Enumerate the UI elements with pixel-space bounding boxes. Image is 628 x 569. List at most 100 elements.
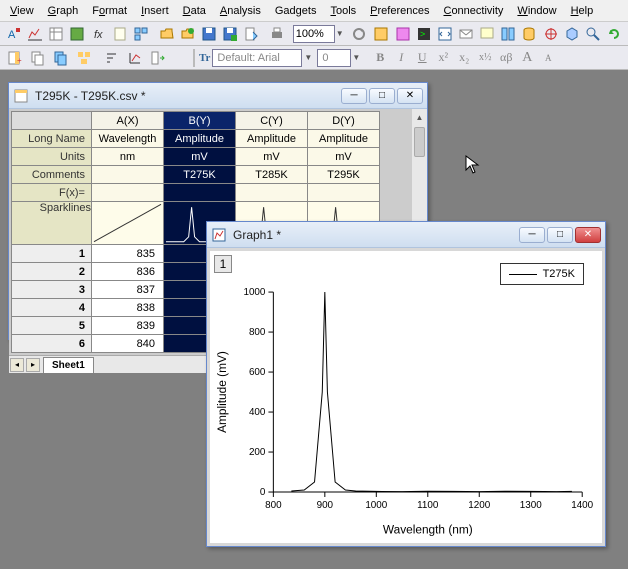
tb-print-icon[interactable] xyxy=(267,24,287,44)
tab-nav-first[interactable]: ◂ xyxy=(10,358,24,372)
menu-analysis[interactable]: Analysis xyxy=(214,3,267,19)
tb-save-template-icon[interactable] xyxy=(220,24,240,44)
tb-zoom-icon[interactable] xyxy=(583,24,603,44)
font-dropdown-arrow[interactable]: ▼ xyxy=(304,53,312,62)
tb-refresh-icon[interactable] xyxy=(604,24,624,44)
col-header-b[interactable]: B(Y) xyxy=(164,112,236,130)
row-3[interactable]: 3 xyxy=(12,281,92,299)
tb-matrix-icon[interactable] xyxy=(67,24,87,44)
tb-merge-icon[interactable] xyxy=(73,48,95,68)
svg-text:1100: 1100 xyxy=(417,500,439,511)
svg-text:200: 200 xyxy=(249,447,266,458)
row-sparklines[interactable]: Sparklines xyxy=(12,202,92,245)
tb-results-icon[interactable] xyxy=(393,24,413,44)
tb-open-template-icon[interactable] xyxy=(178,24,198,44)
tb-digitize-icon[interactable] xyxy=(541,24,561,44)
svg-text:1300: 1300 xyxy=(520,500,542,511)
tb-explorer-icon[interactable] xyxy=(371,24,391,44)
graph-titlebar[interactable]: Graph1 * ─ □ ✕ xyxy=(207,222,605,248)
tb-db-icon[interactable] xyxy=(519,24,539,44)
col-header-a[interactable]: A(X) xyxy=(92,112,164,130)
tb-copy-icon[interactable] xyxy=(27,48,49,68)
col-header-c[interactable]: C(Y) xyxy=(236,112,308,130)
row-1[interactable]: 1 xyxy=(12,245,92,263)
g-maximize-button[interactable]: □ xyxy=(547,227,573,243)
graph-icon xyxy=(211,227,227,243)
tb-cmd-icon[interactable]: > xyxy=(414,24,434,44)
row-4[interactable]: 4 xyxy=(12,299,92,317)
plot-area[interactable]: 1 T275K 80090010001100120013001400020040… xyxy=(210,251,602,543)
svg-text:1200: 1200 xyxy=(468,500,490,511)
font-size-input[interactable] xyxy=(317,49,351,67)
tb-sort-icon[interactable] xyxy=(101,48,123,68)
g-close-button[interactable]: ✕ xyxy=(575,227,601,243)
tb-layout-icon[interactable] xyxy=(131,24,151,44)
sheet-tab-1[interactable]: Sheet1 xyxy=(43,357,94,373)
menu-insert[interactable]: Insert xyxy=(135,3,175,19)
worksheet-titlebar[interactable]: T295K - T295K.csv * ─ □ ✕ xyxy=(9,83,427,109)
tb-chart-icon[interactable] xyxy=(25,24,45,44)
tb-hint-icon[interactable] xyxy=(477,24,497,44)
svg-text:1000: 1000 xyxy=(243,287,265,298)
tab-nav-next[interactable]: ▸ xyxy=(26,358,40,372)
italic-button[interactable]: I xyxy=(391,49,411,67)
row-fx[interactable]: F(x)= xyxy=(12,184,92,202)
greek-button[interactable]: αβ xyxy=(496,49,516,67)
tb-duplicate-icon[interactable] xyxy=(50,48,72,68)
row-2[interactable]: 2 xyxy=(12,263,92,281)
supsub-button[interactable]: x½ xyxy=(475,49,495,67)
g-minimize-button[interactable]: ─ xyxy=(519,227,545,243)
ws-maximize-button[interactable]: □ xyxy=(369,88,395,104)
spark-a[interactable] xyxy=(92,202,164,245)
scroll-thumb[interactable] xyxy=(414,127,425,157)
tb-workbook-icon[interactable] xyxy=(46,24,66,44)
menu-connectivity[interactable]: Connectivity xyxy=(437,3,509,19)
row-6[interactable]: 6 xyxy=(12,335,92,353)
row-comments[interactable]: Comments xyxy=(12,166,92,184)
bold-button[interactable]: B xyxy=(370,49,390,67)
font-big-button[interactable]: A xyxy=(517,49,537,67)
menu-preferences[interactable]: Preferences xyxy=(364,3,435,19)
subscript-button[interactable]: x₂ xyxy=(454,49,474,67)
row-longname[interactable]: Long Name xyxy=(12,130,92,148)
underline-button[interactable]: U xyxy=(412,49,432,67)
tb-organizer-icon[interactable] xyxy=(498,24,518,44)
tb-open-icon[interactable] xyxy=(157,24,177,44)
menu-graph[interactable]: Graph xyxy=(42,3,85,19)
menu-data[interactable]: Data xyxy=(177,3,212,19)
tb-rescale-icon[interactable] xyxy=(124,48,146,68)
tb-a-icon[interactable]: A xyxy=(4,24,24,44)
font-name-input[interactable] xyxy=(212,49,302,67)
ws-minimize-button[interactable]: ─ xyxy=(341,88,367,104)
menu-view[interactable]: View xyxy=(4,3,40,19)
row-5[interactable]: 5 xyxy=(12,317,92,335)
tb-extract-icon[interactable] xyxy=(147,48,169,68)
font-small-button[interactable]: A xyxy=(538,49,558,67)
svg-text:800: 800 xyxy=(265,500,282,511)
tb-func-icon[interactable]: fx xyxy=(89,24,109,44)
tb-code-icon[interactable] xyxy=(435,24,455,44)
tb-add-col-icon[interactable]: + xyxy=(4,48,26,68)
svg-text:Amplitude (mV): Amplitude (mV) xyxy=(215,351,229,433)
toolbar-format: + Tr ▼ ▼ B I U x² x₂ x½ αβ A A xyxy=(0,46,628,70)
zoom-dropdown-arrow[interactable]: ▼ xyxy=(336,29,344,38)
ws-close-button[interactable]: ✕ xyxy=(397,88,423,104)
superscript-button[interactable]: x² xyxy=(433,49,453,67)
tb-notes-icon[interactable] xyxy=(110,24,130,44)
tb-save-icon[interactable] xyxy=(199,24,219,44)
menu-help[interactable]: Help xyxy=(565,3,600,19)
tb-msg-icon[interactable] xyxy=(456,24,476,44)
scroll-up-arrow[interactable]: ▲ xyxy=(412,109,427,125)
svg-text:+: + xyxy=(17,56,22,65)
menu-window[interactable]: Window xyxy=(511,3,562,19)
col-header-d[interactable]: D(Y) xyxy=(308,112,380,130)
tb-3d-icon[interactable] xyxy=(562,24,582,44)
tb-recalc-icon[interactable] xyxy=(349,24,369,44)
tb-import-icon[interactable] xyxy=(241,24,261,44)
menu-format[interactable]: Format xyxy=(86,3,133,19)
row-units[interactable]: Units xyxy=(12,148,92,166)
menu-tools[interactable]: Tools xyxy=(324,3,362,19)
size-dropdown-arrow[interactable]: ▼ xyxy=(352,53,360,62)
zoom-input[interactable] xyxy=(293,25,335,43)
menu-gadgets[interactable]: Gadgets xyxy=(269,3,323,19)
